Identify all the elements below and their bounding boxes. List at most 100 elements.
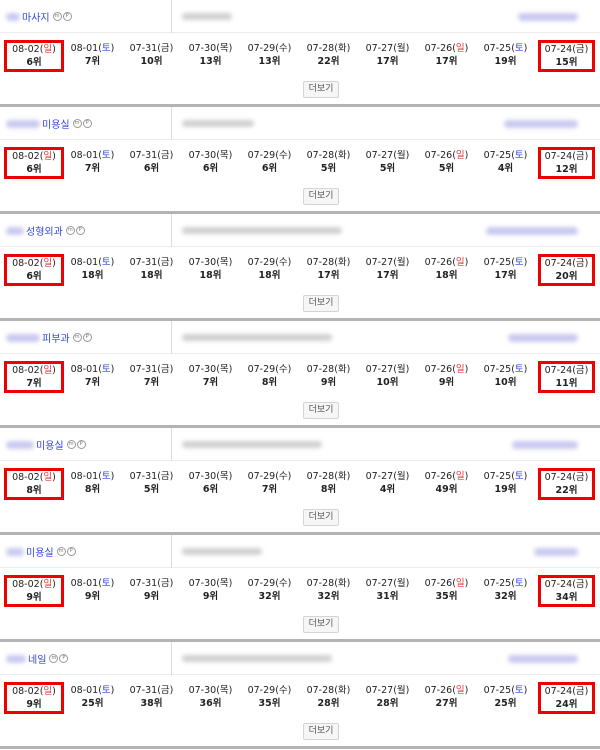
blurred-store-link[interactable] — [512, 440, 578, 449]
date-label: 07-29(수) — [247, 257, 292, 268]
date-label: 07-30(목) — [188, 685, 233, 696]
mobile-icon[interactable]: m — [65, 226, 75, 235]
more-button[interactable]: 더보기 — [303, 188, 339, 205]
rank-value: 9위 — [84, 591, 101, 602]
date-cell: 07-25(토) 19위 — [476, 468, 535, 500]
weekday: 금 — [575, 44, 585, 55]
date-label: 08-02(일) — [12, 579, 56, 590]
blurred-store-link[interactable] — [508, 654, 578, 663]
mobile-icon[interactable]: m — [72, 333, 82, 342]
blurred-store-link[interactable] — [486, 226, 578, 235]
blurred-url[interactable] — [182, 655, 332, 662]
blurred-url[interactable] — [182, 120, 254, 127]
weekday: 수 — [278, 43, 288, 54]
more-button[interactable]: 더보기 — [303, 616, 339, 633]
date-cell: 07-29(수) 32위 — [240, 575, 299, 607]
mobile-icon[interactable]: m — [66, 440, 76, 449]
blurred-store-link[interactable] — [504, 119, 578, 128]
blurred-store-link[interactable] — [518, 12, 578, 21]
date-label: 07-25(토) — [483, 257, 528, 268]
weekday: 목 — [219, 150, 229, 161]
blurred-store-link[interactable] — [534, 547, 578, 556]
keyword-label[interactable]: 미용실 — [42, 116, 70, 131]
rank-value: 5위 — [438, 163, 455, 174]
blurred-url[interactable] — [182, 441, 322, 448]
date-cell: 07-29(수) 13위 — [240, 40, 299, 72]
more-button[interactable]: 더보기 — [303, 295, 339, 312]
date-month-day: 07-27 — [365, 150, 394, 161]
highlighted-date-cell: 07-24(금) 11위 — [538, 361, 595, 393]
pc-icon[interactable]: P — [82, 333, 92, 342]
weekday: 금 — [160, 685, 170, 696]
keyword-label[interactable]: 네일 — [28, 651, 46, 666]
mobile-icon[interactable]: m — [56, 547, 66, 556]
pc-icon[interactable]: P — [75, 226, 85, 235]
date-month-day: 07-27 — [365, 364, 394, 375]
more-button[interactable]: 더보기 — [303, 81, 339, 98]
date-cell: 08-01(토) 8위 — [63, 468, 122, 500]
date-cell: 07-27(월) 5위 — [358, 147, 417, 179]
weekday: 월 — [396, 150, 406, 161]
blurred-store-link[interactable] — [508, 333, 578, 342]
keyword-label[interactable]: 피부과 — [42, 330, 70, 345]
more-button[interactable]: 더보기 — [303, 402, 339, 419]
weekday: 수 — [278, 471, 288, 482]
date-label: 08-02(일) — [12, 686, 56, 697]
rank-card: 미용실 m P 08-02(일) 6위 08-01(토) 7위 07-31(금) 6위 07-30… — [0, 107, 600, 214]
date-label: 07-28(화) — [306, 685, 351, 696]
rank-value: 4위 — [497, 163, 514, 174]
date-label: 07-29(수) — [247, 471, 292, 482]
date-month-day: 07-28 — [306, 685, 335, 696]
date-label: 07-24(금) — [544, 472, 589, 483]
rank-value: 8위 — [26, 485, 42, 496]
more-button[interactable]: 더보기 — [303, 723, 339, 740]
rank-value: 18위 — [140, 270, 163, 281]
weekday: 목 — [219, 364, 229, 375]
date-cell: 07-27(월) 17위 — [358, 254, 417, 286]
highlighted-date-cell: 08-02(일) 9위 — [4, 575, 64, 607]
keyword-label[interactable]: 미용실 — [36, 437, 64, 452]
date-cell: 07-28(화) 9위 — [299, 361, 358, 393]
blurred-place-name — [6, 119, 40, 128]
date-month-day: 07-24 — [544, 258, 573, 269]
highlighted-date-cell: 08-02(일) 8위 — [4, 468, 64, 500]
date-month-day: 07-29 — [247, 685, 276, 696]
date-label: 08-01(토) — [70, 471, 115, 482]
date-cell: 07-31(금) 18위 — [122, 254, 181, 286]
pc-icon[interactable]: P — [76, 440, 86, 449]
date-label: 07-26(일) — [424, 257, 469, 268]
date-label: 07-25(토) — [483, 364, 528, 375]
date-cell: 08-01(토) 7위 — [63, 147, 122, 179]
keyword-label[interactable]: 성형외과 — [26, 223, 63, 238]
date-month-day: 07-29 — [247, 471, 276, 482]
mobile-icon[interactable]: m — [72, 119, 82, 128]
blurred-url[interactable] — [182, 13, 232, 20]
mobile-icon[interactable]: m — [52, 12, 62, 21]
date-month-day: 08-01 — [70, 578, 99, 589]
highlighted-date-cell: 07-24(금) 20위 — [538, 254, 595, 286]
keyword-label[interactable]: 미용실 — [26, 544, 54, 559]
rank-value: 5위 — [143, 484, 160, 495]
date-month-day: 07-24 — [544, 44, 573, 55]
blurred-url[interactable] — [182, 334, 332, 341]
keyword-label[interactable]: 마사지 — [22, 9, 50, 24]
date-label: 07-28(화) — [306, 578, 351, 589]
weekday: 수 — [278, 150, 288, 161]
pc-icon[interactable]: P — [82, 119, 92, 128]
pc-icon[interactable]: P — [66, 547, 76, 556]
blurred-url[interactable] — [182, 227, 342, 234]
blurred-url[interactable] — [182, 548, 262, 555]
rank-value: 6위 — [26, 57, 42, 68]
more-button[interactable]: 더보기 — [303, 509, 339, 526]
date-month-day: 07-31 — [129, 685, 158, 696]
date-month-day: 07-27 — [365, 257, 394, 268]
pc-icon[interactable]: P — [62, 12, 72, 21]
date-cell: 07-25(토) 25위 — [476, 682, 535, 714]
blurred-place-name — [6, 333, 40, 342]
date-label: 07-26(일) — [424, 471, 469, 482]
date-label: 08-01(토) — [70, 150, 115, 161]
url-area — [176, 107, 596, 140]
platform-icons: mP — [72, 333, 93, 342]
mobile-icon[interactable]: m — [49, 654, 59, 663]
pc-icon[interactable]: P — [59, 654, 69, 663]
